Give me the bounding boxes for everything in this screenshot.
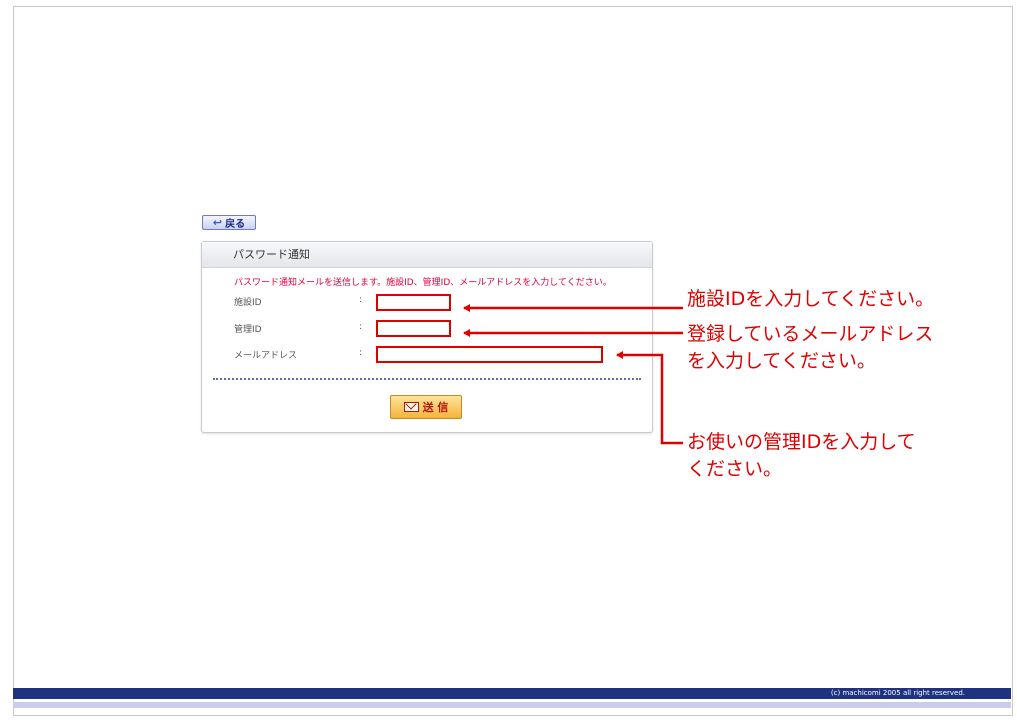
annotation-email: 登録しているメールアドレス を入力してください。 bbox=[687, 321, 933, 375]
annotation-admin-id-line2: ください。 bbox=[687, 458, 783, 480]
annotation-admin-id-line1: お使いの管理IDを入力して bbox=[687, 431, 916, 453]
annotation-email-line1: 登録しているメールアドレス bbox=[687, 323, 934, 345]
annotation-admin-id: お使いの管理IDを入力して ください。 bbox=[687, 429, 916, 483]
annotation-facility-id-text: 施設IDを入力してください。 bbox=[687, 288, 935, 310]
footer-copyright: (c) machicomi 2005 all right reserved. bbox=[830, 689, 965, 697]
footer-bar: (c) machicomi 2005 all right reserved. bbox=[13, 688, 1011, 699]
footer-stripe bbox=[13, 702, 1011, 708]
arrow-email bbox=[616, 351, 683, 445]
annotation-facility-id: 施設IDを入力してください。 bbox=[687, 286, 934, 313]
annotation-email-line2: を入力してください。 bbox=[687, 350, 876, 372]
